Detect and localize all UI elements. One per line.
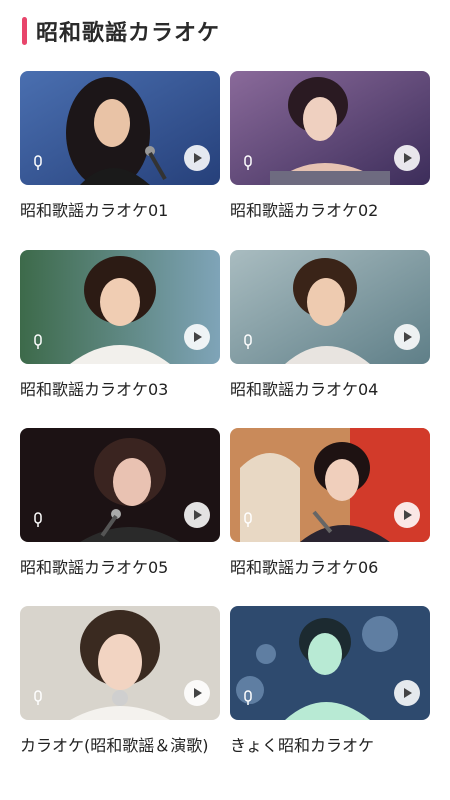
video-thumbnail[interactable] [20, 250, 220, 364]
page-title: 昭和歌謡カラオケ [36, 21, 221, 46]
card-title[interactable]: 昭和歌謡カラオケ02 [230, 199, 430, 222]
play-icon [404, 332, 412, 342]
microphone-icon [34, 690, 42, 705]
video-thumbnail[interactable] [230, 250, 430, 364]
karaoke-card[interactable]: 昭和歌謡カラオケ01 [20, 71, 220, 222]
microphone-icon [244, 512, 252, 527]
card-title[interactable]: 昭和歌謡カラオケ05 [20, 556, 220, 579]
play-button[interactable] [394, 502, 420, 528]
play-icon [404, 688, 412, 698]
play-button[interactable] [394, 680, 420, 706]
play-button[interactable] [184, 324, 210, 350]
card-title[interactable]: 昭和歌謡カラオケ01 [20, 199, 220, 222]
play-button[interactable] [394, 324, 420, 350]
karaoke-card[interactable]: 昭和歌謡カラオケ02 [230, 71, 430, 222]
karaoke-card[interactable]: 昭和歌謡カラオケ06 [230, 428, 430, 579]
play-button[interactable] [184, 145, 210, 171]
karaoke-card[interactable]: カラオケ(昭和歌謡＆演歌) [20, 606, 220, 757]
video-thumbnail[interactable] [230, 606, 430, 720]
card-title[interactable]: 昭和歌謡カラオケ06 [230, 556, 430, 579]
play-icon [404, 510, 412, 520]
microphone-icon [244, 690, 252, 705]
microphone-icon [244, 155, 252, 170]
play-icon [194, 510, 202, 520]
karaoke-card[interactable]: 昭和歌謡カラオケ05 [20, 428, 220, 579]
video-thumbnail[interactable] [20, 606, 220, 720]
play-icon [194, 153, 202, 163]
header-accent-bar [22, 17, 27, 45]
section-header: 昭和歌謡カラオケ [22, 14, 220, 48]
microphone-icon [34, 512, 42, 527]
play-icon [194, 332, 202, 342]
karaoke-card[interactable]: きょく昭和カラオケ [230, 606, 430, 757]
video-thumbnail[interactable] [230, 71, 430, 185]
video-thumbnail[interactable] [230, 428, 430, 542]
microphone-icon [34, 334, 42, 349]
microphone-icon [244, 334, 252, 349]
play-button[interactable] [394, 145, 420, 171]
video-thumbnail[interactable] [20, 428, 220, 542]
card-title[interactable]: 昭和歌謡カラオケ04 [230, 378, 430, 401]
play-button[interactable] [184, 680, 210, 706]
karaoke-card[interactable]: 昭和歌謡カラオケ04 [230, 250, 430, 401]
play-icon [194, 688, 202, 698]
card-title[interactable]: 昭和歌謡カラオケ03 [20, 378, 220, 401]
card-title[interactable]: きょく昭和カラオケ [230, 734, 430, 757]
play-icon [404, 153, 412, 163]
microphone-icon [34, 155, 42, 170]
card-title[interactable]: カラオケ(昭和歌謡＆演歌) [20, 734, 220, 757]
video-thumbnail[interactable] [20, 71, 220, 185]
play-button[interactable] [184, 502, 210, 528]
karaoke-card[interactable]: 昭和歌謡カラオケ03 [20, 250, 220, 401]
